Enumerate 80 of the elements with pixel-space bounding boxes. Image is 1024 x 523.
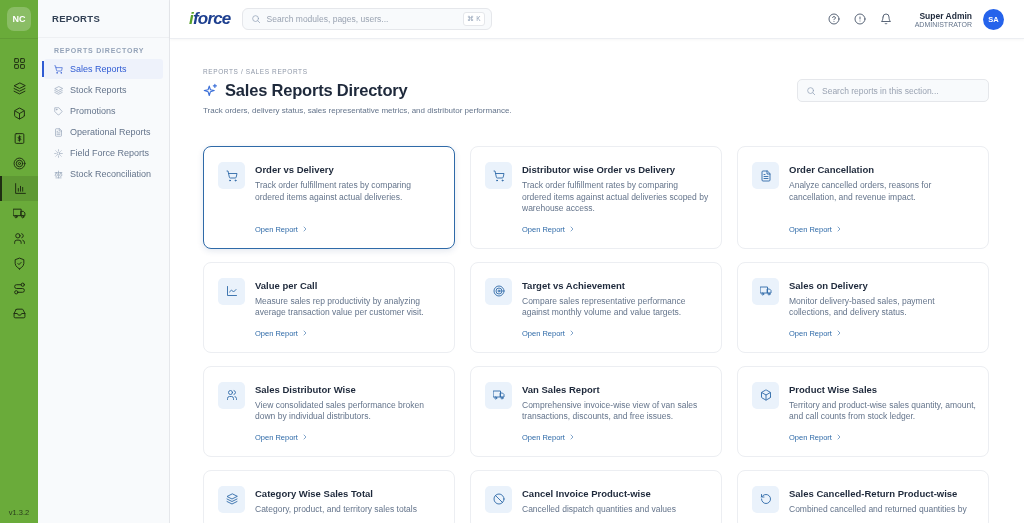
cart-icon: [54, 64, 63, 74]
bell-icon: [879, 13, 892, 25]
report-description: Territory and product-wise sales quantity, amount, and call counts from stock ledger.: [789, 399, 976, 423]
report-title: Target vs Achievement: [522, 279, 626, 291]
sidebar-item[interactable]: Field Force Reports: [44, 143, 163, 163]
report-description: View consolidated sales performance broken down by individual distributors.: [255, 399, 425, 423]
bar-chart-icon: [13, 182, 27, 195]
user-name: Super Admin: [919, 10, 972, 21]
sidebar-title: REPORTS: [38, 0, 169, 38]
report-search-field[interactable]: Search reports in this section...: [822, 85, 980, 96]
box-icon: [759, 389, 772, 401]
report-description: Analyze cancelled orders, reasons for cancellation, and revenue impact.: [789, 180, 933, 203]
sparkle-icon: [203, 83, 218, 98]
report-description: Cancelled dispatch quantities and values: [522, 503, 677, 515]
report-title: Sales Distributor Wise: [255, 383, 357, 395]
cart-icon: [492, 169, 505, 182]
layers-icon: [225, 493, 238, 505]
box-icon: [12, 107, 26, 120]
inbox-icon: [12, 307, 26, 320]
help-icon: [827, 13, 840, 25]
global-search-field[interactable]: Search modules, pages, users...: [266, 14, 458, 24]
report-description: Compare sales representative performance against monthly volume and value targets.: [522, 295, 687, 319]
search-icon: [250, 14, 261, 24]
report-title: Order Cancellation: [789, 164, 875, 175]
report-description: Track order fulfillment rates by comparing ordered items against actual deliveries.: [255, 180, 413, 203]
report-title: Cancel Invoice Product-wise: [522, 487, 652, 499]
page-title: Sales Reports Directory: [225, 81, 408, 100]
report-title: Sales Cancelled-Return Product-wise: [789, 487, 959, 499]
rail-item[interactable]: [0, 176, 38, 201]
tag-icon: [54, 106, 63, 116]
sidebar-item[interactable]: Stock Reports: [44, 80, 163, 100]
sidebar-item[interactable]: Promotions: [44, 101, 163, 121]
report-title: Van Sales Report: [522, 383, 601, 395]
ban-icon: [492, 493, 505, 505]
shield-check-icon: [12, 257, 26, 270]
document-icon: [54, 127, 63, 137]
report-card[interactable]: Category Wise Sales Total Category, product, and territory sales totals: [203, 469, 455, 523]
info-button[interactable]: [853, 13, 866, 25]
help-button[interactable]: [827, 13, 840, 25]
report-title: Category Wise Sales Total: [255, 487, 374, 499]
users-icon: [12, 232, 26, 245]
layers-icon: [54, 85, 63, 95]
grid-icon: [12, 57, 26, 70]
truck-icon: [492, 389, 505, 401]
report-card[interactable]: Cancel Invoice Product-wise Cancelled dispatch quantities and values: [470, 469, 722, 523]
truck-icon: [12, 207, 26, 220]
sidebar-item[interactable]: Operational Reports: [44, 122, 163, 142]
report-description: Measure sales rep productivity by analyzing average transaction value per customer visit.: [255, 295, 425, 319]
target-icon: [492, 285, 505, 297]
dollar-icon: [12, 132, 26, 145]
sidebar-item[interactable]: Sales Reports: [44, 59, 163, 79]
report-description: Comprehensive invoice-wise view of van sales transactions, discounts, and free issues.: [522, 399, 699, 423]
report-title: Order vs Delivery: [255, 164, 335, 175]
report-description: Category, product, and territory sales totals: [255, 503, 417, 515]
rotate-icon: [759, 493, 772, 505]
report-card[interactable]: Sales Cancelled-Return Product-wise Combined cancelled and returned quantities by: [737, 469, 989, 523]
report-search-bar[interactable]: Search reports in this section...: [797, 79, 989, 102]
alert-icon: [853, 13, 866, 25]
report-title: Sales on Delivery: [789, 279, 869, 291]
users-icon: [225, 389, 238, 401]
layers-icon: [12, 82, 26, 95]
line-chart-icon: [225, 285, 238, 297]
route-icon: [12, 282, 26, 295]
report-title: Product Wise Sales: [789, 383, 879, 395]
scale-icon: [54, 169, 63, 179]
sidebar-item[interactable]: Stock Reconciliation: [44, 164, 163, 184]
cart-icon: [225, 169, 238, 182]
notifications-button[interactable]: [879, 13, 892, 25]
report-description: Track order fulfillment rates by comparing ordered items against actual deliveries scoped by warehouse access.: [522, 180, 709, 215]
report-title: Distributor wise Order vs Delivery: [522, 164, 677, 175]
truck-icon: [759, 285, 772, 297]
report-title: Value per Call: [255, 279, 319, 291]
logo[interactable]: iforce: [189, 9, 231, 29]
report-description: Combined cancelled and returned quantities by: [789, 503, 967, 515]
report-description: Monitor delivery-based sales, payment collections, and delivery status.: [789, 295, 936, 319]
search-icon: [806, 85, 816, 96]
document-icon: [759, 169, 772, 182]
page-subtitle: Track orders, delivery status, sales representative metrics, and distributor performance.: [203, 106, 513, 115]
sun-icon: [54, 148, 63, 158]
target-icon: [12, 157, 26, 170]
